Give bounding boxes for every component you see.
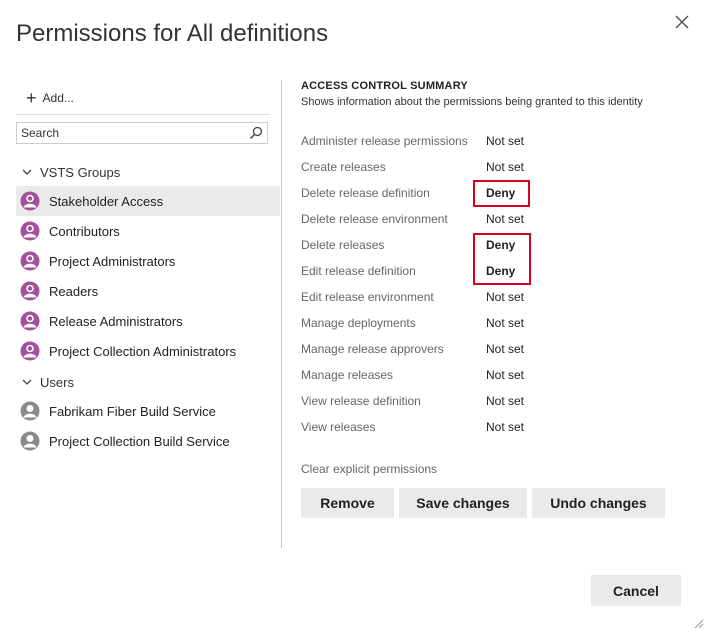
permission-name: Edit release definition [301,264,416,278]
identity-item-project-collection-build-service[interactable]: Project Collection Build Service [16,426,280,456]
identity-label: Readers [49,283,99,299]
identity-item-stakeholder-access[interactable]: Stakeholder Access [16,186,280,216]
summary-title: ACCESS CONTROL SUMMARY [301,80,468,92]
permission-name: Manage release approvers [301,342,444,356]
permission-row: Create releases Not set [301,154,701,180]
permission-row: View releases Not set [301,414,701,440]
group-icon [20,191,40,211]
identity-panel: + Add... VSTS Groups Stakeholder Access [16,80,280,550]
remove-button[interactable]: Remove [301,488,394,518]
group-header-vsts-groups[interactable]: VSTS Groups [22,162,120,182]
deny-highlight-box [473,233,531,285]
permission-value: Not set [486,316,525,330]
add-identity-button[interactable]: + Add... [26,88,74,108]
permission-value: Not set [486,160,525,174]
user-icon [20,431,40,451]
identity-label: Project Collection Build Service [49,433,230,449]
group-icon [20,221,40,241]
permission-row: Edit release environment Not set [301,284,701,310]
undo-changes-button[interactable]: Undo changes [532,488,665,518]
search-icon[interactable] [249,126,263,140]
permission-value: Not set [486,394,525,408]
permission-row: Delete release environment Not set [301,206,701,232]
group-icon [20,311,40,331]
permission-name: Administer release permissions [301,134,468,148]
dialog-title: Permissions for All definitions [16,20,329,47]
plus-icon: + [26,88,37,108]
identity-label: Stakeholder Access [49,193,164,209]
permission-name: Delete release definition [301,186,430,200]
identity-item-fabrikam-fiber-build-service[interactable]: Fabrikam Fiber Build Service [16,396,280,426]
identity-item-project-administrators[interactable]: Project Administrators [16,246,280,276]
identity-item-release-administrators[interactable]: Release Administrators [16,306,280,336]
group-icon [20,341,40,361]
permission-name: Delete releases [301,238,385,252]
permission-value: Not set [486,212,525,226]
permission-value: Not set [486,134,525,148]
permission-row: Manage release approvers Not set [301,336,701,362]
search-input[interactable] [17,123,245,143]
save-changes-button[interactable]: Save changes [399,488,527,518]
group-icon [20,281,40,301]
cancel-button[interactable]: Cancel [591,575,681,606]
resize-grip-icon[interactable] [694,619,704,629]
permission-value: Not set [486,368,525,382]
identity-label: Contributors [49,223,120,239]
divider [16,114,270,115]
summary-subtitle: Shows information about the permissions … [301,96,643,108]
permission-row: Administer release permissions Not set [301,128,701,154]
permission-name: Manage deployments [301,316,416,330]
permission-name: Edit release environment [301,290,434,304]
permission-row: Manage releases Not set [301,362,701,388]
group-icon [20,251,40,271]
deny-highlight-box [473,180,530,207]
permission-name: Create releases [301,160,386,174]
group-label: Users [40,374,74,390]
group-label: VSTS Groups [40,164,121,180]
add-label: Add... [42,91,74,105]
identity-item-readers[interactable]: Readers [16,276,280,306]
close-icon[interactable] [672,12,692,32]
permission-name: View release definition [301,394,421,408]
permission-name: Manage releases [301,368,394,382]
permission-name: View releases [301,420,376,434]
permission-name: Delete release environment [301,212,448,226]
user-icon [20,401,40,421]
permission-value: Not set [486,420,525,434]
permission-value: Not set [486,290,525,304]
search-box[interactable] [16,122,268,144]
identity-item-contributors[interactable]: Contributors [16,216,280,246]
identity-label: Fabrikam Fiber Build Service [49,403,216,419]
chevron-down-icon [22,379,32,385]
chevron-down-icon [22,169,32,175]
identity-label: Project Administrators [49,253,176,269]
group-header-users[interactable]: Users [22,372,74,392]
clear-explicit-permissions-link[interactable]: Clear explicit permissions [301,462,437,476]
panel-divider [281,80,282,548]
identity-item-project-collection-administrators[interactable]: Project Collection Administrators [16,336,280,366]
permission-row: View release definition Not set [301,388,701,414]
identity-label: Release Administrators [49,313,183,329]
permission-value: Not set [486,342,525,356]
identity-label: Project Collection Administrators [49,343,237,359]
permission-row: Manage deployments Not set [301,310,701,336]
